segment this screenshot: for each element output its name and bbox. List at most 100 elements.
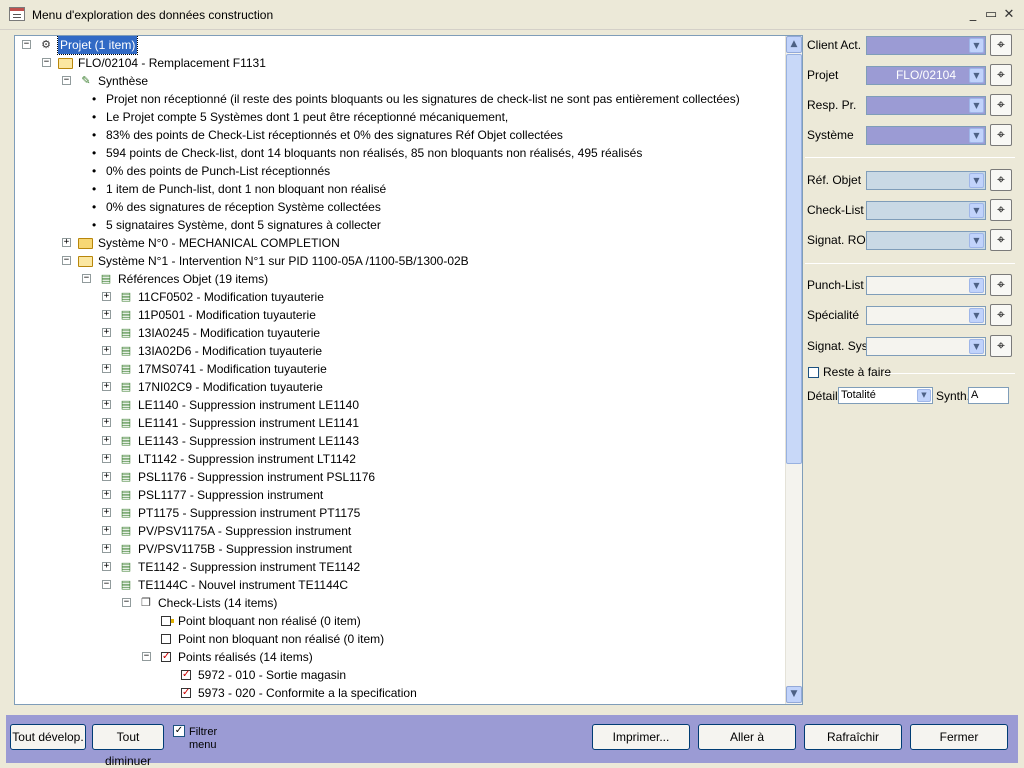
print-button[interactable]: Imprimer... bbox=[592, 724, 690, 750]
ref-objet-picker-button[interactable]: ⌖ bbox=[990, 169, 1012, 191]
tree-node[interactable]: + ▤ 13IA02D6 - Modification tuyauterie bbox=[15, 342, 780, 360]
tree-node[interactable]: + ▤ PV/PSV1175B - Suppression instrument bbox=[15, 540, 780, 558]
expand-icon[interactable]: + bbox=[102, 490, 111, 499]
tree-node[interactable]: + ▤ PV/PSV1175A - Suppression instrument bbox=[15, 522, 780, 540]
tree-node[interactable]: − ▤ Références Objet (19 items) bbox=[15, 270, 780, 288]
tree-node[interactable]: ✓ 5973 - 020 - Conformite a la specificat… bbox=[15, 684, 780, 702]
tree-node[interactable]: ✓ 5972 - 010 - Sortie magasin bbox=[15, 666, 780, 684]
goto-button[interactable]: Aller à bbox=[698, 724, 796, 750]
systeme-picker-button[interactable]: ⌖ bbox=[990, 124, 1012, 146]
collapse-icon[interactable]: − bbox=[62, 76, 71, 85]
collapse-icon[interactable]: − bbox=[122, 598, 131, 607]
tree-node[interactable]: − FLO/02104 - Remplacement F1131 bbox=[15, 54, 780, 72]
client-act-picker-button[interactable]: ⌖ bbox=[990, 34, 1012, 56]
chevron-down-icon[interactable]: ▼ bbox=[969, 278, 984, 293]
scroll-down-button[interactable]: ▼ bbox=[786, 686, 802, 703]
expand-icon[interactable]: + bbox=[102, 346, 111, 355]
collapse-icon[interactable]: − bbox=[102, 580, 111, 589]
collapse-icon[interactable]: − bbox=[82, 274, 91, 283]
collapse-icon[interactable]: − bbox=[42, 58, 51, 67]
detail-select[interactable]: Totalité ▼ bbox=[838, 387, 933, 404]
tree-node[interactable]: − ❐ Check-Lists (14 items) bbox=[15, 594, 780, 612]
tree-node[interactable]: + ▤ 11CF0502 - Modification tuyauterie bbox=[15, 288, 780, 306]
tree-node[interactable]: + ▤ LT1142 - Suppression instrument LT1142 bbox=[15, 450, 780, 468]
expand-icon[interactable]: + bbox=[102, 544, 111, 553]
projet-select[interactable]: FLO/02104 ▼ bbox=[866, 66, 986, 85]
tree-node[interactable]: − Système N°1 - Intervention N°1 sur PID … bbox=[15, 252, 780, 270]
punch-list-select[interactable]: ▼ bbox=[866, 276, 986, 295]
signat-ro-picker-button[interactable]: ⌖ bbox=[990, 229, 1012, 251]
tree-node[interactable]: + ▤ PT1175 - Suppression instrument PT1175 bbox=[15, 504, 780, 522]
expand-icon[interactable]: + bbox=[102, 364, 111, 373]
expand-icon[interactable]: + bbox=[102, 508, 111, 517]
chevron-down-icon[interactable]: ▼ bbox=[969, 128, 984, 143]
tree-node[interactable]: + Système N°0 - MECHANICAL COMPLETION bbox=[15, 234, 780, 252]
tree-node[interactable]: Point non bloquant non réalisé (0 item) bbox=[15, 630, 780, 648]
resp-pr-picker-button[interactable]: ⌖ bbox=[990, 94, 1012, 116]
signat-sys-picker-button[interactable]: ⌖ bbox=[990, 335, 1012, 357]
tree-node[interactable]: + ▤ PSL1177 - Suppression instrument bbox=[15, 486, 780, 504]
tree-node[interactable]: + ▤ 17NI02C9 - Modification tuyauterie bbox=[15, 378, 780, 396]
specialite-select[interactable]: ▼ bbox=[866, 306, 986, 325]
synth-input[interactable]: A bbox=[968, 387, 1009, 404]
collapse-icon[interactable]: − bbox=[62, 256, 71, 265]
check-list-select[interactable]: ▼ bbox=[866, 201, 986, 220]
chevron-down-icon[interactable]: ▼ bbox=[969, 233, 984, 248]
tree-node[interactable]: + ▤ LE1143 - Suppression instrument LE1143 bbox=[15, 432, 780, 450]
tree-node[interactable]: − ✎ Synthèse bbox=[15, 72, 780, 90]
tree-node[interactable]: + ▤ TE1142 - Suppression instrument TE1142 bbox=[15, 558, 780, 576]
tree-node[interactable]: + ▤ 13IA0245 - Modification tuyauterie bbox=[15, 324, 780, 342]
close-button[interactable]: Fermer bbox=[910, 724, 1008, 750]
scroll-up-button[interactable]: ▲ bbox=[786, 36, 802, 53]
expand-icon[interactable]: + bbox=[102, 436, 111, 445]
expand-icon[interactable]: + bbox=[102, 310, 111, 319]
collapse-icon[interactable]: − bbox=[142, 652, 151, 661]
signat-sys-select[interactable]: ▼ bbox=[866, 337, 986, 356]
expand-icon[interactable]: + bbox=[62, 238, 71, 247]
tree-node[interactable]: + ▤ LE1141 - Suppression instrument LE1141 bbox=[15, 414, 780, 432]
expand-icon[interactable]: + bbox=[102, 400, 111, 409]
tree-node[interactable]: + ▤ 11P0501 - Modification tuyauterie bbox=[15, 306, 780, 324]
expand-icon[interactable]: + bbox=[102, 562, 111, 571]
close-window-button[interactable]: ✕ bbox=[1000, 7, 1018, 23]
tree-node[interactable]: − ▤ TE1144C - Nouvel instrument TE1144C bbox=[15, 576, 780, 594]
tree-node[interactable]: + ▤ LE1140 - Suppression instrument LE1140 bbox=[15, 396, 780, 414]
refresh-button[interactable]: Rafraîchir bbox=[804, 724, 902, 750]
chevron-down-icon[interactable]: ▼ bbox=[969, 68, 984, 83]
expand-icon[interactable]: + bbox=[102, 292, 111, 301]
chevron-down-icon[interactable]: ▼ bbox=[969, 203, 984, 218]
chevron-down-icon[interactable]: ▼ bbox=[969, 339, 984, 354]
expand-icon[interactable]: + bbox=[102, 454, 111, 463]
specialite-picker-button[interactable]: ⌖ bbox=[990, 304, 1012, 326]
expand-icon[interactable]: + bbox=[102, 526, 111, 535]
tree-node[interactable]: + ▤ PSL1176 - Suppression instrument PSL11… bbox=[15, 468, 780, 486]
client-act-select[interactable]: ▼ bbox=[866, 36, 986, 55]
collapse-all-button[interactable]: Tout diminuer bbox=[92, 724, 164, 768]
chevron-down-icon[interactable]: ▼ bbox=[969, 173, 984, 188]
minimize-button[interactable]: _ bbox=[964, 7, 982, 23]
scroll-thumb[interactable] bbox=[786, 54, 802, 464]
check-list-picker-button[interactable]: ⌖ bbox=[990, 199, 1012, 221]
chevron-down-icon[interactable]: ▼ bbox=[969, 98, 984, 113]
systeme-select[interactable]: ▼ bbox=[866, 126, 986, 145]
expand-all-button[interactable]: Tout dévelop. bbox=[10, 724, 86, 750]
expand-icon[interactable]: + bbox=[102, 418, 111, 427]
data-tree[interactable]: − ⚙ Projet (1 item) − FLO/02104 - Remplaceme… bbox=[14, 35, 803, 705]
expand-icon[interactable]: + bbox=[102, 382, 111, 391]
chevron-down-icon[interactable]: ▼ bbox=[917, 389, 931, 402]
chevron-down-icon[interactable]: ▼ bbox=[969, 308, 984, 323]
expand-icon[interactable]: + bbox=[102, 472, 111, 481]
expand-icon[interactable]: + bbox=[102, 328, 111, 337]
punch-list-picker-button[interactable]: ⌖ bbox=[990, 274, 1012, 296]
tree-node[interactable]: Point bloquant non réalisé (0 item) bbox=[15, 612, 780, 630]
reste-a-faire-checkbox[interactable] bbox=[808, 367, 819, 378]
tree-node[interactable]: + ▤ 17MS0741 - Modification tuyauterie bbox=[15, 360, 780, 378]
tree-node[interactable]: − ⚙ Projet (1 item) bbox=[15, 36, 780, 55]
ref-objet-select[interactable]: ▼ bbox=[866, 171, 986, 190]
restore-button[interactable]: ▭ bbox=[982, 7, 1000, 23]
filter-menu-checkbox[interactable]: ✓ bbox=[173, 725, 185, 737]
projet-picker-button[interactable]: ⌖ bbox=[990, 64, 1012, 86]
collapse-icon[interactable]: − bbox=[22, 40, 31, 49]
resp-pr-select[interactable]: ▼ bbox=[866, 96, 986, 115]
vertical-scrollbar[interactable]: ▲ ▼ bbox=[785, 36, 802, 704]
